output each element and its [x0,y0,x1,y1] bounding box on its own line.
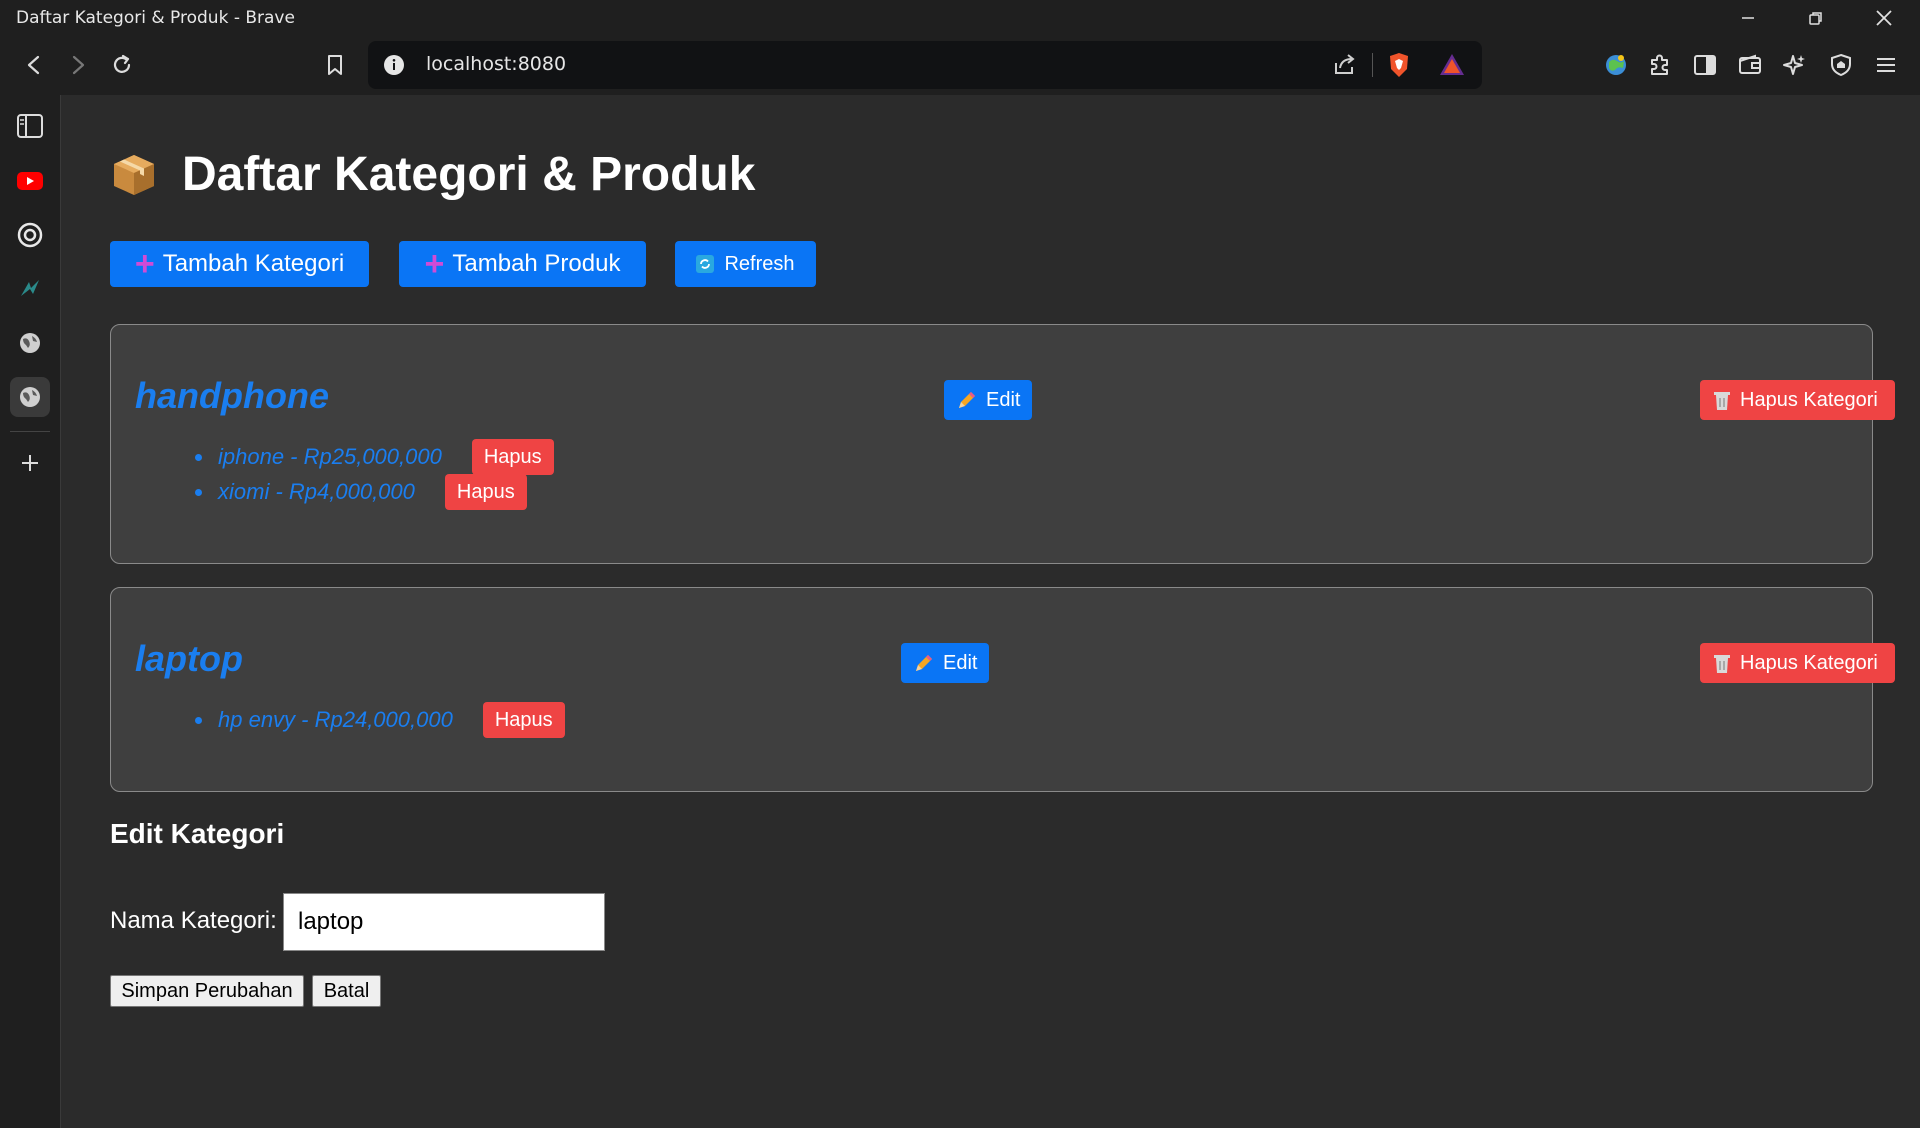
browser-sidebar [0,95,61,1128]
product-text: hp envy - Rp24,000,000 [218,707,453,732]
package-icon [114,154,154,195]
window-title: Daftar Kategori & Produk - Brave [16,7,295,28]
bookmark-icon [328,55,342,75]
arrow-left-icon [27,55,40,75]
minimize-icon [1742,16,1754,19]
bookmark-button[interactable] [315,45,355,85]
leo-ai-icon[interactable] [1775,45,1815,85]
delete-category-button[interactable]: Hapus Kategori [1700,643,1895,683]
category-name: laptop [135,638,243,679]
add-category-button[interactable]: + Tambah Kategori [110,241,369,287]
edit-form-title: Edit Kategori [110,818,285,849]
plus-icon [22,455,38,471]
edit-category-button[interactable]: Edit [944,380,1033,420]
refresh-button[interactable]: Refresh [675,241,816,287]
pencil-icon [916,655,932,671]
address-bar[interactable]: localhost:8080 [368,41,1482,89]
page-content: Daftar Kategori & Produk + Tambah Katego… [62,95,1920,1128]
youtube-icon[interactable] [10,161,50,201]
delete-product-button[interactable]: Hapus [482,702,565,738]
product-item: xiomi - Rp4,000,000 Hapus [195,474,527,510]
back-button[interactable] [14,45,54,85]
cancel-button[interactable]: Batal [312,975,381,1007]
delete-category-button[interactable]: Hapus Kategori [1700,380,1895,420]
page-header: Daftar Kategori & Produk [110,147,755,202]
plus-icon: + [424,245,445,283]
globe-icon[interactable] [10,323,50,363]
category-card: laptop Edit Hapus Kategori hp envy - Rp2… [110,587,1895,792]
minimize-button[interactable] [1714,0,1782,35]
arrow-right-icon [72,55,85,75]
trash-icon [1714,392,1730,410]
close-window-button[interactable] [1850,0,1918,35]
category-name: handphone [135,375,329,416]
plus-icon: + [134,245,155,283]
menu-icon[interactable] [1866,45,1906,85]
reload-icon [113,54,131,73]
brave-shields-icon[interactable] [1386,51,1412,84]
product-item: hp envy - Rp24,000,000 Hapus [195,702,565,738]
category-card: handphone Edit Hapus Kategori iphone - R… [110,324,1895,564]
product-text: iphone - Rp25,000,000 [218,444,442,469]
restore-icon [1809,11,1822,25]
bullet [195,488,202,496]
share-icon[interactable] [1332,51,1358,82]
category-name-label: Nama Kategori: [110,907,277,934]
save-changes-button[interactable]: Simpan Perubahan [110,975,304,1007]
brave-rewards-icon[interactable] [1438,51,1466,84]
sidebar-toggle-icon[interactable] [1685,45,1725,85]
bullet [195,453,202,461]
restore-button[interactable] [1782,0,1850,35]
chatgpt-icon[interactable] [10,215,50,255]
globe-icon[interactable] [10,377,50,417]
extensions-puzzle-icon[interactable] [1640,45,1680,85]
window-titlebar: Daftar Kategori & Produk - Brave [0,0,1920,35]
extension-globe-icon[interactable] [1596,45,1636,85]
reload-button[interactable] [102,45,142,85]
browser-toolbar: localhost:8080 [0,35,1920,95]
wallet-icon[interactable] [1730,45,1770,85]
trash-icon [1714,655,1730,673]
category-name-input[interactable]: laptop [283,893,605,951]
url-text[interactable]: localhost:8080 [426,53,566,75]
add-product-button[interactable]: + Tambah Produk [399,241,646,287]
vpn-shield-icon[interactable] [1821,45,1861,85]
product-item: iphone - Rp25,000,000 Hapus [195,439,554,475]
close-icon [1876,9,1892,26]
page-title: Daftar Kategori & Produk [182,148,756,201]
divider [1372,53,1373,77]
delete-product-button[interactable]: Hapus [444,474,527,510]
sidebar-divider [10,431,50,432]
pencil-icon [959,392,975,408]
bullet [195,716,202,724]
app-bookmark-icon[interactable] [10,269,50,309]
edit-category-button[interactable]: Edit [901,643,990,683]
sidebar-panel-icon[interactable] [10,106,50,146]
forward-button[interactable] [58,45,98,85]
add-sidebar-item-button[interactable] [10,443,50,483]
refresh-icon [696,255,715,273]
site-info-icon[interactable] [382,53,406,77]
product-text: xiomi - Rp4,000,000 [218,479,415,504]
delete-product-button[interactable]: Hapus [471,439,554,475]
